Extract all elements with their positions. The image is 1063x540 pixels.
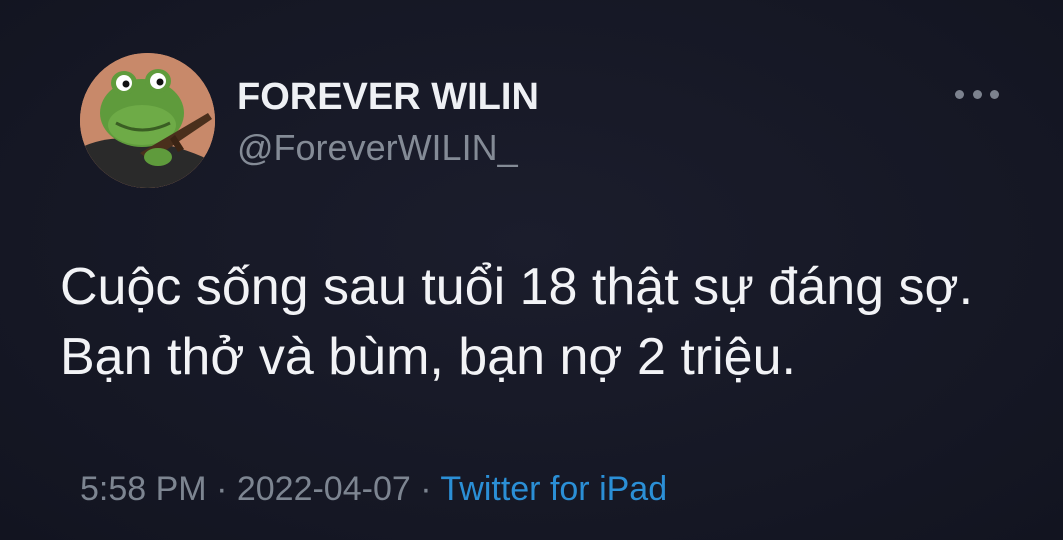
display-name[interactable]: FOREVER WILIN — [237, 76, 539, 119]
tweet-date[interactable]: 2022-04-07 — [237, 470, 411, 508]
more-horizontal-icon[interactable] — [955, 82, 999, 106]
more-dot — [955, 89, 964, 99]
tweet-time[interactable]: 5:58 PM — [80, 470, 207, 508]
frog-avatar-image — [80, 53, 215, 188]
avatar[interactable] — [80, 53, 215, 188]
more-dot — [990, 89, 999, 99]
tweet-meta: 5:58 PM · 2022-04-07 · Twitter for iPad — [80, 470, 667, 509]
more-dot — [972, 89, 982, 99]
meta-separator: · — [410, 470, 441, 508]
tweet-text: Cuộc sống sau tuổi 18 thật sự đáng sợ. B… — [60, 258, 974, 386]
user-handle[interactable]: @ForeverWILIN_ — [237, 127, 518, 169]
tweet-card: FOREVER WILIN @ForeverWILIN_ Cuộc sống s… — [0, 0, 1063, 540]
tweet-source-link[interactable]: Twitter for iPad — [440, 470, 667, 508]
meta-separator: · — [206, 470, 237, 508]
